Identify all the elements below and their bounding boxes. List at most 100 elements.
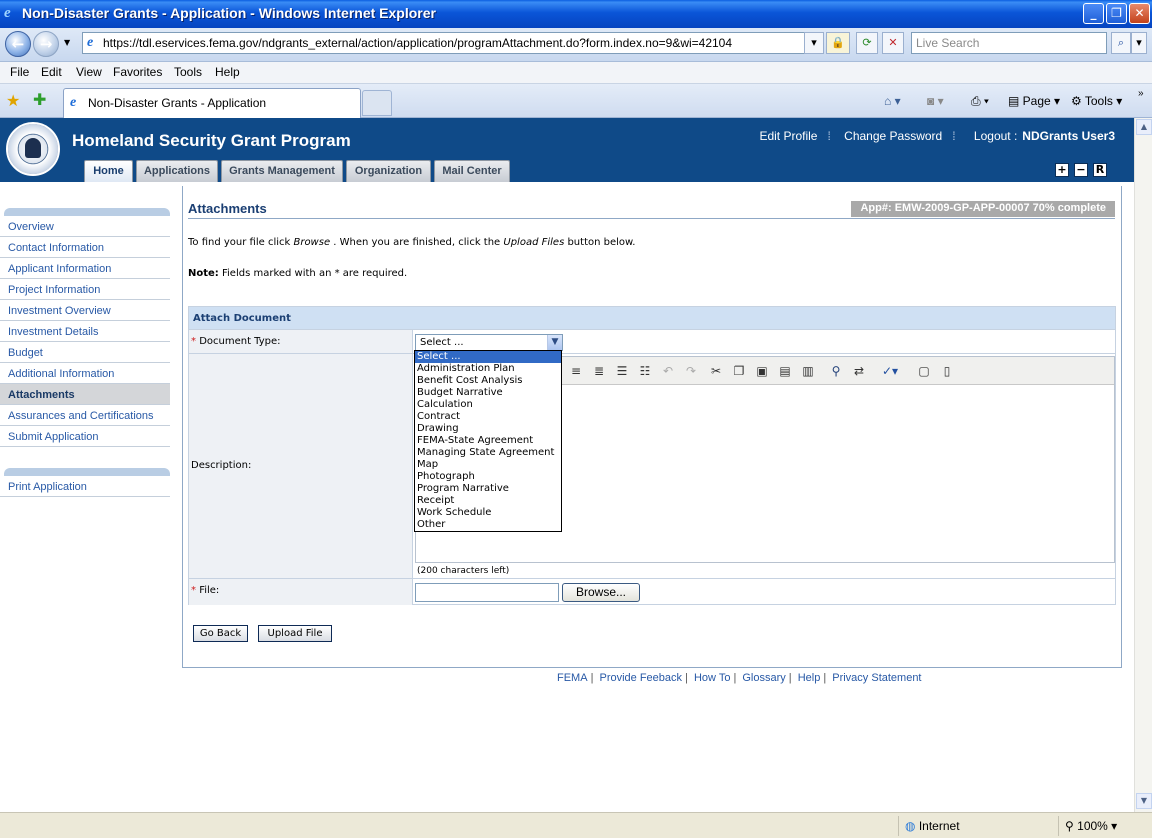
logout-link[interactable]: Logout : NDGrants User3 bbox=[969, 129, 1115, 143]
increase-font-button[interactable]: + bbox=[1055, 163, 1069, 177]
sidebar-item-assurances[interactable]: Assurances and Certifications bbox=[0, 405, 170, 426]
decrease-font-button[interactable]: − bbox=[1074, 163, 1088, 177]
print-icon[interactable]: ⎙ ▾ bbox=[971, 94, 989, 109]
menu-edit[interactable]: Edit bbox=[41, 65, 62, 79]
chevron-right-icon[interactable]: » bbox=[1138, 88, 1144, 99]
history-dropdown-icon[interactable]: ▼ bbox=[64, 38, 70, 47]
browse-button[interactable]: Browse... bbox=[562, 583, 640, 602]
footer-link-help[interactable]: Help bbox=[798, 672, 821, 684]
redo-icon[interactable]: ↷ bbox=[683, 363, 699, 379]
tab-mail-center[interactable]: Mail Center bbox=[434, 160, 510, 182]
sidebar-item-project-information[interactable]: Project Information bbox=[0, 279, 170, 300]
refresh-button[interactable]: ⟳ bbox=[856, 32, 878, 54]
sidebar-item-additional-information[interactable]: Additional Information bbox=[0, 363, 170, 384]
feeds-icon[interactable]: ◙ ▾ bbox=[927, 94, 944, 108]
reset-font-button[interactable]: R bbox=[1093, 163, 1107, 177]
home-icon[interactable]: ⌂ ▾ bbox=[884, 94, 901, 108]
paste-word-icon[interactable]: ▥ bbox=[800, 363, 816, 379]
option-drawing[interactable]: Drawing bbox=[415, 423, 561, 435]
search-button[interactable]: ⌕ bbox=[1111, 32, 1131, 54]
forward-button[interactable]: → bbox=[33, 31, 59, 57]
sidebar-item-attachments[interactable]: Attachments bbox=[0, 384, 170, 405]
option-administration-plan[interactable]: Administration Plan bbox=[415, 363, 561, 375]
address-input[interactable]: e https://tdl.eservices.fema.gov/ndgrant… bbox=[82, 32, 822, 54]
close-button[interactable]: ✕ bbox=[1129, 3, 1150, 24]
address-dropdown-button[interactable]: ▾ bbox=[804, 32, 824, 54]
minimize-button[interactable]: _ bbox=[1083, 3, 1104, 24]
option-select[interactable]: Select ... bbox=[415, 351, 561, 363]
menu-favorites[interactable]: Favorites bbox=[113, 65, 162, 79]
favorites-star-icon[interactable]: ★ bbox=[6, 91, 20, 110]
undo-icon[interactable]: ↶ bbox=[660, 363, 676, 379]
new-tab-button[interactable] bbox=[362, 90, 392, 116]
tab-home[interactable]: Home bbox=[84, 160, 133, 182]
add-favorite-icon[interactable]: ✚ bbox=[33, 90, 46, 109]
menu-help[interactable]: Help bbox=[215, 65, 240, 79]
scroll-down-icon[interactable]: ▼ bbox=[1136, 793, 1152, 809]
sidebar-item-contact-information[interactable]: Contact Information bbox=[0, 237, 170, 258]
sidebar-item-submit-application[interactable]: Submit Application bbox=[0, 426, 170, 447]
sidebar-item-applicant-information[interactable]: Applicant Information bbox=[0, 258, 170, 279]
sidebar-item-budget[interactable]: Budget bbox=[0, 342, 170, 363]
chevron-down-icon[interactable]: ▼ bbox=[547, 335, 562, 350]
page-menu[interactable]: ▤ Page ▾ bbox=[1008, 94, 1060, 108]
back-button[interactable]: ← bbox=[5, 31, 31, 57]
sidebar-item-investment-overview[interactable]: Investment Overview bbox=[0, 300, 170, 321]
tab-organization[interactable]: Organization bbox=[346, 160, 431, 182]
menu-file[interactable]: File bbox=[10, 65, 29, 79]
file-path-input[interactable] bbox=[415, 583, 559, 602]
vertical-scrollbar[interactable]: ▲ ▼ bbox=[1134, 118, 1152, 812]
search-input[interactable]: Live Search bbox=[911, 32, 1107, 54]
footer-link-feedback[interactable]: Provide Feeback bbox=[599, 672, 682, 684]
tab-grants-management[interactable]: Grants Management bbox=[221, 160, 343, 182]
select-all-icon[interactable]: ▢ bbox=[916, 363, 932, 379]
upload-file-button[interactable]: Upload File bbox=[258, 625, 332, 642]
paste-icon[interactable]: ▣ bbox=[754, 363, 770, 379]
spellcheck-icon[interactable]: ✓▾ bbox=[882, 363, 898, 379]
option-managing-state-agreement[interactable]: Managing State Agreement bbox=[415, 447, 561, 459]
footer-link-privacy[interactable]: Privacy Statement bbox=[832, 672, 921, 684]
sidebar-item-print-application[interactable]: Print Application bbox=[0, 476, 170, 497]
stop-button[interactable]: ✕ bbox=[882, 32, 904, 54]
option-benefit-cost-analysis[interactable]: Benefit Cost Analysis bbox=[415, 375, 561, 387]
document-type-select[interactable]: Select ... ▼ bbox=[415, 334, 563, 351]
find-icon[interactable]: ⚲ bbox=[828, 363, 844, 379]
zoom-control[interactable]: ⚲ 100% ▾ bbox=[1058, 816, 1150, 836]
justify-icon[interactable]: ≣ bbox=[591, 363, 607, 379]
bullet-list-icon[interactable]: ☰ bbox=[614, 363, 630, 379]
edit-profile-link[interactable]: Edit Profile bbox=[759, 129, 817, 143]
numbered-list-icon[interactable]: ☷ bbox=[637, 363, 653, 379]
tab-applications[interactable]: Applications bbox=[136, 160, 218, 182]
paste-text-icon[interactable]: ▤ bbox=[777, 363, 793, 379]
browser-tab[interactable]: e Non-Disaster Grants - Application bbox=[63, 88, 361, 118]
maximize-button[interactable]: ❐ bbox=[1106, 3, 1127, 24]
scroll-up-icon[interactable]: ▲ bbox=[1136, 119, 1152, 135]
copy-icon[interactable]: ❐ bbox=[731, 363, 747, 379]
option-other[interactable]: Other bbox=[415, 519, 561, 531]
menu-tools[interactable]: Tools bbox=[174, 65, 202, 79]
option-receipt[interactable]: Receipt bbox=[415, 495, 561, 507]
menu-view[interactable]: View bbox=[76, 65, 102, 79]
option-photograph[interactable]: Photograph bbox=[415, 471, 561, 483]
source-icon[interactable]: ▯ bbox=[939, 363, 955, 379]
footer-link-how-to[interactable]: How To bbox=[694, 672, 730, 684]
search-options-button[interactable]: ▾ bbox=[1131, 32, 1147, 54]
option-budget-narrative[interactable]: Budget Narrative bbox=[415, 387, 561, 399]
change-password-link[interactable]: Change Password bbox=[844, 129, 942, 143]
lock-icon[interactable]: 🔒 bbox=[826, 32, 850, 54]
option-fema-state-agreement[interactable]: FEMA-State Agreement bbox=[415, 435, 561, 447]
option-contract[interactable]: Contract bbox=[415, 411, 561, 423]
option-program-narrative[interactable]: Program Narrative bbox=[415, 483, 561, 495]
sidebar-item-overview[interactable]: Overview bbox=[0, 216, 170, 237]
option-map[interactable]: Map bbox=[415, 459, 561, 471]
option-calculation[interactable]: Calculation bbox=[415, 399, 561, 411]
option-work-schedule[interactable]: Work Schedule bbox=[415, 507, 561, 519]
tools-menu[interactable]: ⚙ Tools ▾ bbox=[1071, 94, 1122, 108]
footer-link-fema[interactable]: FEMA bbox=[557, 672, 588, 684]
align-right-icon[interactable]: ≡ bbox=[568, 363, 584, 379]
footer-link-glossary[interactable]: Glossary bbox=[742, 672, 785, 684]
go-back-button[interactable]: Go Back bbox=[193, 625, 248, 642]
replace-icon[interactable]: ⇄ bbox=[851, 363, 867, 379]
cut-icon[interactable]: ✂ bbox=[708, 363, 724, 379]
sidebar-item-investment-details[interactable]: Investment Details bbox=[0, 321, 170, 342]
